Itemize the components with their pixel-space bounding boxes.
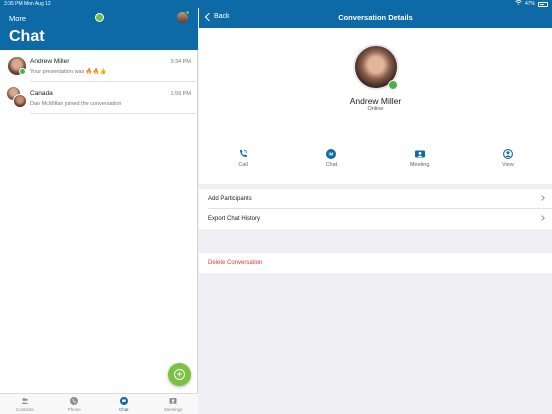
contact-card: Andrew Miller Online [199, 28, 552, 128]
add-participants-row[interactable]: Add Participants [199, 189, 552, 209]
conversation-preview: Dan McMillan joined the conversation [30, 101, 122, 107]
tab-contacts[interactable]: Contacts [0, 394, 50, 414]
delete-conversation-label: Delete Conversation [208, 260, 263, 266]
status-time: 3:35 PM Mon Aug 12 [4, 1, 51, 7]
chat-list-pane: More Chat Andrew Miller 3:34 PM Your pre… [0, 0, 198, 414]
plus-icon: + [174, 369, 185, 380]
export-chat-history-row[interactable]: Export Chat History [199, 209, 552, 229]
chevron-right-icon [539, 215, 545, 221]
new-chat-button[interactable]: + [168, 363, 191, 386]
divider [30, 113, 198, 114]
row-label: Add Participants [208, 196, 252, 202]
tab-phone[interactable]: Phone [50, 394, 100, 414]
row-label: Export Chat History [208, 216, 261, 222]
call-icon [240, 149, 248, 158]
meetings-icon [169, 398, 177, 404]
conversation-name: Andrew Miller [30, 58, 70, 65]
my-presence-dot [185, 10, 190, 15]
chat-icon [119, 397, 128, 405]
tab-label: Chat [118, 407, 129, 412]
tab-chat[interactable]: Chat [99, 394, 149, 414]
chat-action-button[interactable]: IM Chat [287, 128, 375, 184]
meeting-icon [414, 150, 425, 158]
contact-name: Andrew Miller [349, 96, 402, 106]
details-title: Conversation Details [338, 13, 413, 22]
status-bar: 3:35 PM Mon Aug 12 47% [0, 0, 552, 8]
action-label: Call [238, 162, 248, 168]
conversation-name: Canada [30, 90, 53, 97]
view-icon [502, 149, 513, 159]
tab-meetings[interactable]: Meetings [149, 394, 199, 414]
svg-text:IM: IM [329, 152, 334, 157]
contact-actions: Call IM Chat Meeting View [199, 128, 552, 184]
conversation-item-andrew-miller[interactable]: Andrew Miller 3:34 PM Your presentation … [0, 50, 198, 82]
battery-percent: 47% [524, 1, 535, 7]
contacts-icon [21, 398, 29, 404]
view-action-button[interactable]: View [464, 128, 552, 184]
status-right: 47% [515, 0, 548, 8]
meeting-action-button[interactable]: Meeting [376, 128, 464, 184]
online-check-icon [19, 68, 26, 75]
tab-label: Meetings [164, 407, 183, 412]
delete-conversation-row[interactable]: Delete Conversation [199, 253, 552, 273]
presence-logo-icon[interactable] [95, 13, 104, 22]
im-icon: IM [326, 149, 337, 159]
conversation-time: 3:34 PM [170, 59, 191, 65]
online-check-icon [388, 80, 398, 90]
more-button[interactable]: More [9, 14, 26, 23]
conversation-time: 1:59 PM [170, 91, 191, 97]
my-avatar[interactable] [177, 10, 190, 23]
action-label: Meeting [409, 162, 430, 168]
action-label: View [501, 162, 514, 168]
wifi-icon [515, 0, 522, 8]
conversation-preview: Your presentation was 🔥🔥👍 [30, 69, 107, 75]
contact-status: Online [367, 106, 384, 112]
app-root: 3:35 PM Mon Aug 12 47% More Chat Andrew … [0, 0, 552, 414]
conversation-item-canada[interactable]: Canada 1:59 PM Dan McMillan joined the c… [0, 82, 198, 114]
group-avatar-2 [13, 94, 27, 108]
tab-label: Phone [67, 407, 81, 412]
phone-icon [70, 397, 79, 405]
battery-icon [538, 2, 548, 7]
tab-label: Contacts [15, 407, 34, 412]
tab-bar: Contacts Phone Chat Meetings [0, 393, 198, 414]
conversation-details-pane: Back Conversation Details Andrew Miller … [199, 0, 552, 414]
call-action-button[interactable]: Call [199, 128, 287, 184]
action-label: Chat [325, 162, 338, 168]
page-title: Chat [9, 28, 45, 45]
chevron-right-icon [539, 195, 545, 201]
